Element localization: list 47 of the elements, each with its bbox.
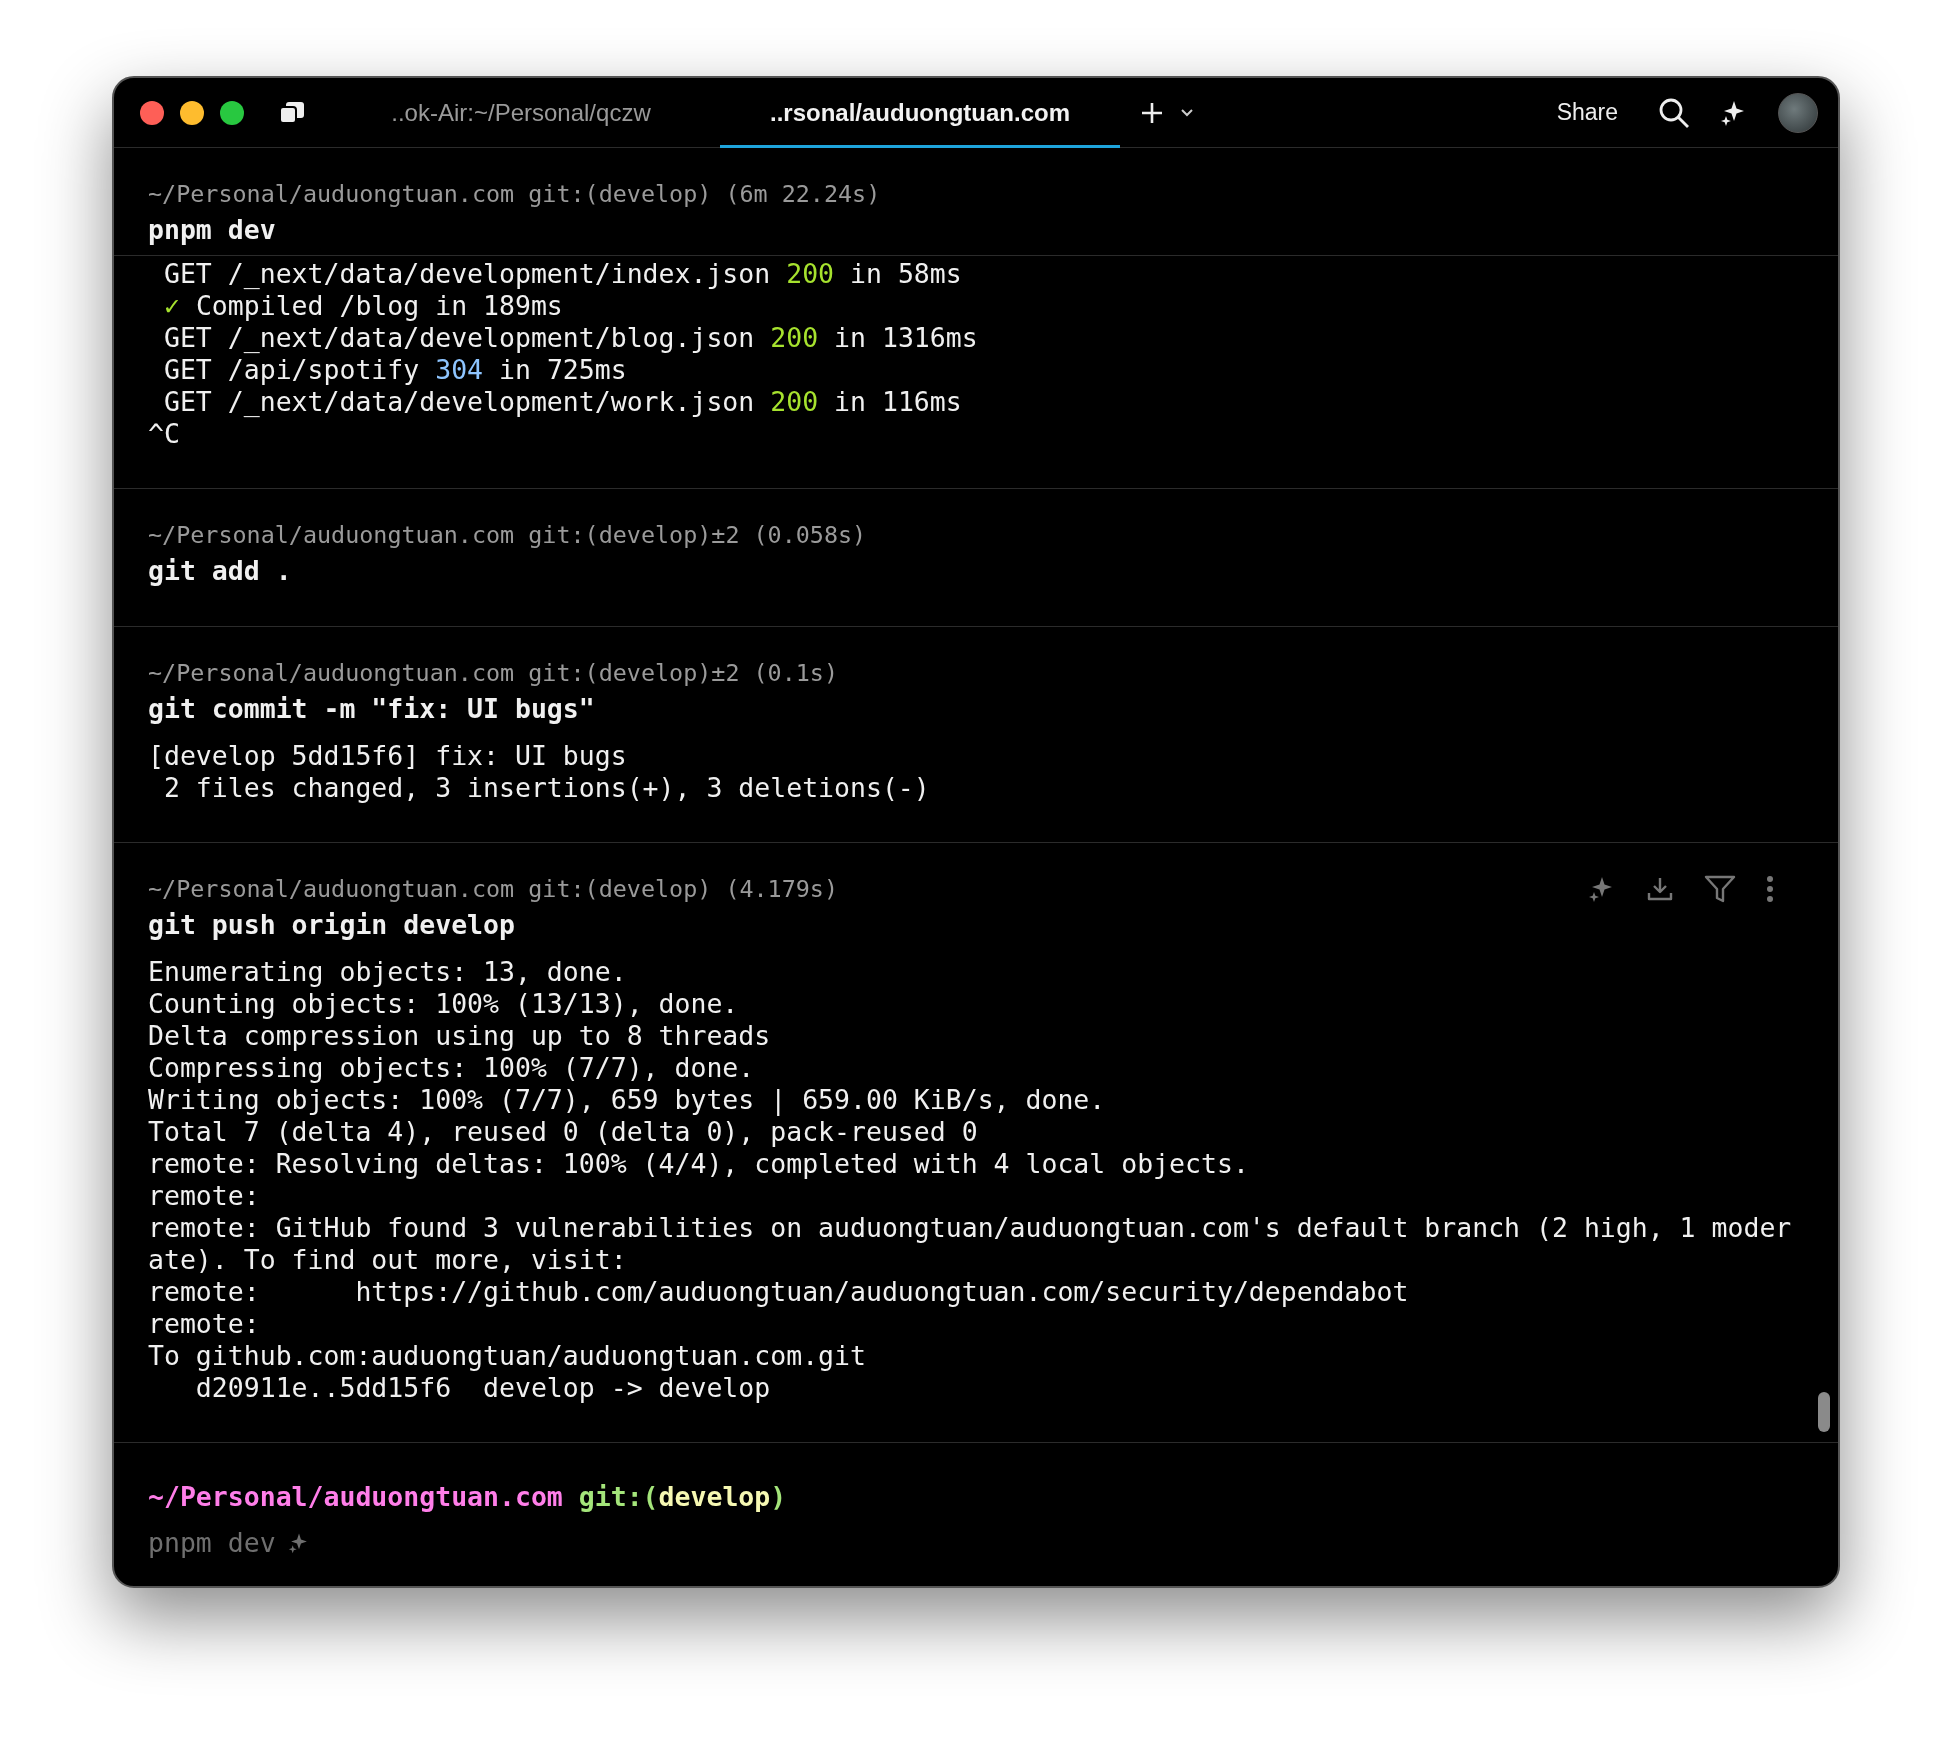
filter-icon[interactable] xyxy=(1704,874,1736,904)
share-button[interactable]: Share xyxy=(1556,99,1618,126)
command-suggestion: pnpm dev xyxy=(148,1527,276,1558)
output-line: Total 7 (delta 4), reused 0 (delta 0), pack-reused 0 xyxy=(148,1116,979,1148)
output-line: ✓ Compiled /blog in 189ms xyxy=(162,290,564,322)
panels-icon[interactable] xyxy=(278,100,306,125)
minimize-window-button[interactable] xyxy=(180,100,204,125)
chevron-down-icon[interactable] xyxy=(1180,107,1194,118)
block-header: ~/Personal/auduongtuan.com git:(develop)±2 (0.058s) xyxy=(148,521,867,549)
output-line: [develop 5dd15f6] fix: UI bugs xyxy=(148,740,628,772)
output-line: GET /_next/data/development/work.json 200 in 116ms xyxy=(162,386,963,418)
command-text: git push origin develop xyxy=(148,908,516,942)
output-line: Enumerating objects: 13, done. xyxy=(148,956,628,988)
output-line: GET /_next/data/development/index.json 200 in 58ms xyxy=(162,258,963,290)
maximize-window-button[interactable] xyxy=(220,100,244,125)
output-line: Writing objects: 100% (7/7), 659 bytes | 659.00 KiB/s, done. xyxy=(148,1084,1107,1116)
command-text: pnpm dev xyxy=(148,213,277,247)
output-line: ate). To find out more, visit: xyxy=(148,1244,628,1276)
output-line: d20911e..5dd15f6 develop -> develop xyxy=(194,1372,772,1404)
scrollbar-thumb[interactable] xyxy=(1818,1392,1830,1432)
prompt-line: ~/Personal/auduongtuan.com git:(develop) xyxy=(148,1480,788,1514)
output-line: remote: xyxy=(148,1180,261,1212)
output-line: Compressing objects: 100% (7/7), done. xyxy=(148,1052,756,1084)
download-icon[interactable] xyxy=(1646,875,1674,903)
output-line: GET /_next/data/development/blog.json 200 in 1316ms xyxy=(162,322,979,354)
output-line: ^C xyxy=(148,418,181,450)
output-line: remote: https://github.com/auduongtuan/auduongtuan.com/security/dependabot xyxy=(148,1276,1410,1308)
output-line: remote: xyxy=(148,1308,261,1340)
block-header: ~/Personal/auduongtuan.com git:(develop) (4.179s) xyxy=(148,875,839,903)
output-line: remote: GitHub found 3 vulnerabilities on auduongtuan/auduongtuan.com's default branch (2 high, 1 moder xyxy=(148,1212,1793,1244)
avatar[interactable] xyxy=(1778,92,1818,133)
search-icon[interactable] xyxy=(1658,96,1690,129)
command-text: git add . xyxy=(148,554,293,588)
output-line: Delta compression using up to 8 threads xyxy=(148,1020,772,1052)
tab[interactable]: ..rsonal/auduongtuan.com xyxy=(720,78,1120,148)
output-line: To github.com:auduongtuan/auduongtuan.com.git xyxy=(148,1340,867,1372)
block-header: ~/Personal/auduongtuan.com git:(develop)±2 (0.1s) xyxy=(148,659,839,687)
output-line: Counting objects: 100% (13/13), done. xyxy=(148,988,740,1020)
close-window-button[interactable] xyxy=(140,100,164,125)
more-options-icon[interactable] xyxy=(1766,875,1774,903)
command-text: git commit -m "fix: UI bugs" xyxy=(148,692,596,726)
tab[interactable]: ..ok-Air:~/Personal/qczw xyxy=(346,78,696,148)
new-tab-icon[interactable] xyxy=(1140,100,1164,125)
output-line: GET /api/spotify 304 in 725ms xyxy=(162,354,628,386)
block-header: ~/Personal/auduongtuan.com git:(develop) (6m 22.24s) xyxy=(148,180,881,208)
output-line: 2 files changed, 3 insertions(+), 3 deletions(-) xyxy=(162,772,931,804)
output-line: remote: Resolving deltas: 100% (4/4), completed with 4 local objects. xyxy=(148,1148,1250,1180)
